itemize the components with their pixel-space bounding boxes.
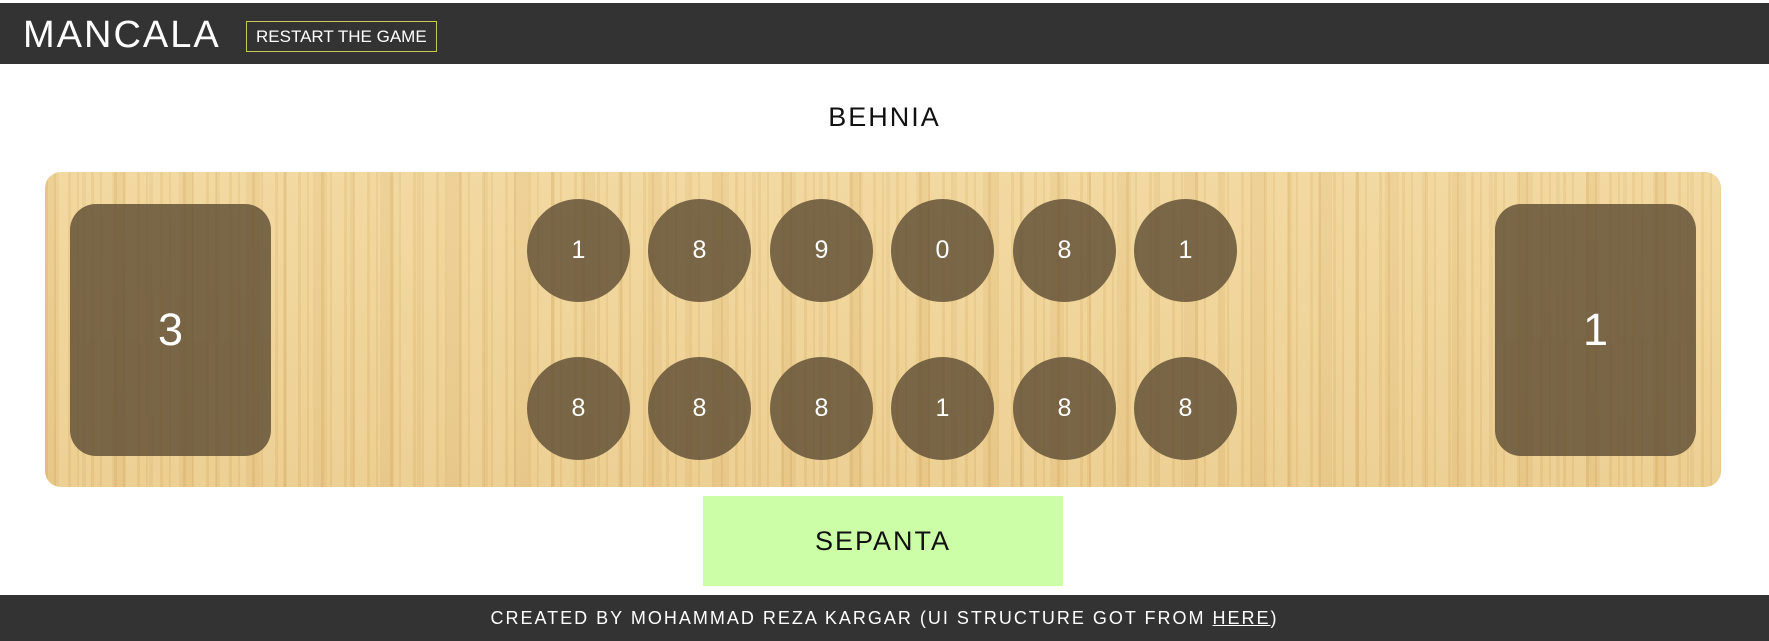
app-title: MANCALA: [23, 14, 221, 56]
footer-bar: CREATED BY MOHAMMAD REZA KARGAR (UI STRU…: [0, 595, 1769, 641]
top-pit-2[interactable]: 8: [648, 199, 751, 302]
bottom-pit-1[interactable]: 8: [527, 357, 630, 460]
bottom-pit-3[interactable]: 8: [770, 357, 873, 460]
header-bar: MANCALA RESTART THE GAME: [0, 3, 1769, 64]
footer-source-link[interactable]: HERE: [1213, 608, 1271, 629]
footer-credit-text: CREATED BY MOHAMMAD REZA KARGAR (UI STRU…: [490, 607, 1213, 628]
bottom-pit-4[interactable]: 1: [891, 357, 994, 460]
bottom-pit-5[interactable]: 8: [1013, 357, 1116, 460]
active-player-name: SEPANTA: [703, 496, 1063, 586]
bottom-pit-6[interactable]: 8: [1134, 357, 1237, 460]
mancala-page: MANCALA RESTART THE GAME BEHNIA 3 1 8 9 …: [0, 0, 1769, 641]
top-player-name: BEHNIA: [828, 102, 941, 132]
top-pit-4[interactable]: 0: [891, 199, 994, 302]
top-pit-1[interactable]: 1: [527, 199, 630, 302]
top-pit-3[interactable]: 9: [770, 199, 873, 302]
restart-game-button[interactable]: RESTART THE GAME: [246, 21, 437, 52]
right-store: 1: [1495, 204, 1696, 456]
top-pit-5[interactable]: 8: [1013, 199, 1116, 302]
mancala-board: 3 1 8 9 0 8 1 8 8 8 1 8 8 1: [45, 172, 1721, 487]
bottom-pit-2[interactable]: 8: [648, 357, 751, 460]
left-store: 3: [70, 204, 271, 456]
footer-closing-paren: ): [1270, 607, 1279, 628]
top-pit-6[interactable]: 1: [1134, 199, 1237, 302]
